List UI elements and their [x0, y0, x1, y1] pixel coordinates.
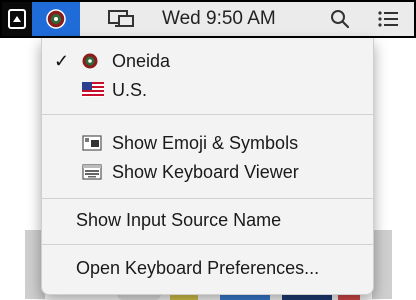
menu-item-open-keyboard-preferences[interactable]: Open Keyboard Preferences... — [42, 254, 375, 282]
menu-item-show-keyboard-viewer[interactable]: Show Keyboard Viewer — [42, 158, 375, 186]
menubar-left-extra[interactable] — [2, 2, 32, 36]
emoji-viewer-icon — [82, 135, 102, 151]
checkmark-icon: ✓ — [54, 50, 70, 71]
display-mirroring-icon[interactable] — [94, 2, 150, 36]
menu-bar: Wed 9:50 AM — [0, 0, 416, 38]
desktop-dock-right-tile — [372, 230, 392, 299]
input-source-menu: ✓ Oneida U.S. Show Emoji & Symbols Show … — [41, 38, 374, 295]
notification-center-icon[interactable] — [368, 2, 408, 36]
menu-item-show-input-source-name[interactable]: Show Input Source Name — [42, 206, 375, 234]
menu-item-label: Show Keyboard Viewer — [112, 161, 299, 182]
menu-item-label: Show Emoji & Symbols — [112, 132, 299, 153]
menu-item-label: Show Input Source Name — [76, 209, 282, 230]
menu-item-show-emoji[interactable]: Show Emoji & Symbols — [42, 129, 375, 157]
oneida-flag-icon — [82, 53, 98, 69]
menu-separator — [42, 114, 373, 115]
menu-item-us[interactable]: U.S. — [42, 76, 375, 104]
menu-item-label: Open Keyboard Preferences... — [76, 257, 320, 278]
us-flag-icon — [82, 82, 104, 97]
menu-item-oneida[interactable]: ✓ Oneida — [42, 47, 375, 75]
menu-item-label: Oneida — [112, 50, 171, 71]
spotlight-search-icon[interactable] — [322, 2, 358, 36]
menu-item-label: U.S. — [112, 79, 148, 100]
keyboard-viewer-icon — [82, 164, 102, 180]
menu-separator — [42, 244, 373, 245]
input-source-menu-button[interactable] — [32, 2, 80, 36]
oneida-flag-icon — [46, 9, 66, 29]
menu-separator — [42, 198, 373, 199]
app-menubar-icon — [8, 9, 26, 29]
menubar-clock[interactable]: Wed 9:50 AM — [162, 2, 276, 36]
